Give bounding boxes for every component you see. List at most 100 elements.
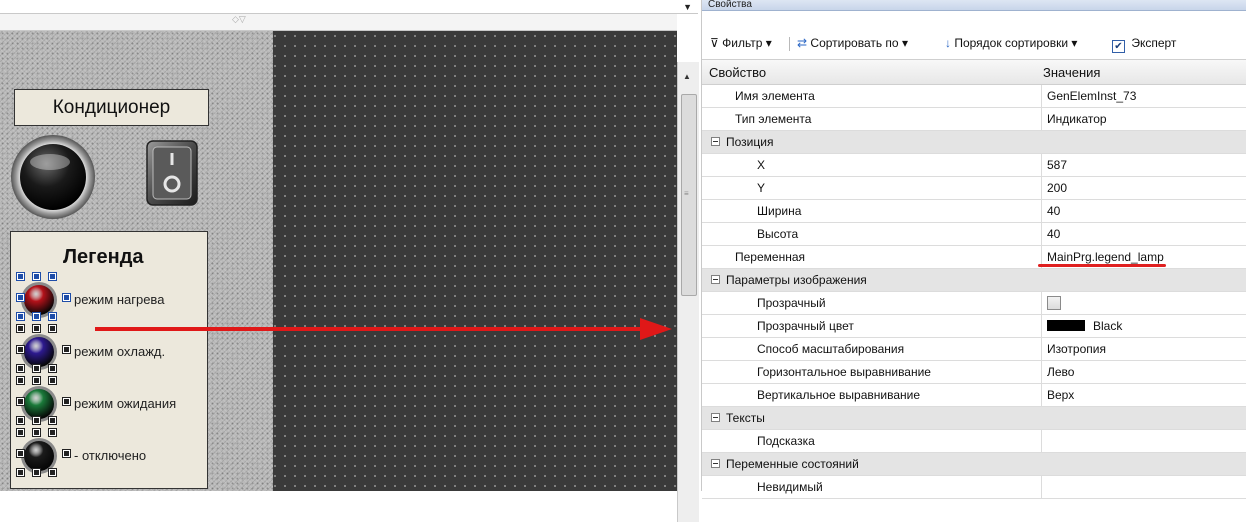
property-group-row[interactable]: Тексты	[702, 407, 1246, 430]
property-value-cell[interactable]: Black	[1041, 315, 1246, 337]
filter-button[interactable]: ⊽ Фильтр ▾	[710, 36, 772, 50]
collapse-icon[interactable]	[711, 459, 720, 468]
design-canvas[interactable]: Кондиционер Легенда ▲ ≡ режим нагрева ре…	[0, 31, 699, 522]
column-header-value[interactable]: Значения	[1043, 65, 1100, 80]
expert-checkbox[interactable]: ✔	[1112, 40, 1125, 53]
property-value-cell[interactable]: Верх	[1041, 384, 1246, 406]
sort-by-button[interactable]: ⇄ Сортировать по ▾	[797, 36, 908, 50]
selection-handle[interactable]	[32, 376, 41, 385]
properties-panel[interactable]: Свойства ⊽ Фильтр ▾ ⇄ Сортировать по ▾ ↓…	[701, 0, 1246, 499]
selection-handle[interactable]	[48, 364, 57, 373]
selection-handle[interactable]	[32, 272, 41, 281]
selection-handle[interactable]	[16, 468, 25, 477]
property-value-cell[interactable]	[1041, 476, 1246, 498]
property-row[interactable]: Подсказка	[702, 430, 1246, 453]
transparent-checkbox[interactable]	[1047, 296, 1061, 310]
selection-handle[interactable]	[32, 364, 41, 373]
selection-handle[interactable]	[16, 312, 25, 321]
property-value-cell[interactable]	[1041, 292, 1246, 314]
property-value-cell[interactable]: Изотропия	[1041, 338, 1246, 360]
selection-handle[interactable]	[62, 449, 71, 458]
selection-handle[interactable]	[16, 397, 25, 406]
property-name: Способ масштабирования	[757, 342, 905, 356]
property-value-cell[interactable]: 40	[1041, 223, 1246, 245]
property-row[interactable]: Невидимый	[702, 476, 1246, 499]
property-row[interactable]: Переменная MainPrg.legend_lamp	[702, 246, 1246, 269]
visualization-editor[interactable]: ▼ ◇▽ Кондиционер Легенда ▲ ≡ режим нагре…	[0, 0, 699, 522]
expert-toggle[interactable]: ✔ Эксперт	[1112, 36, 1176, 53]
property-row[interactable]: Y 200	[702, 177, 1246, 200]
column-header-property[interactable]: Свойство	[709, 65, 766, 80]
selection-handle[interactable]	[48, 416, 57, 425]
collapse-icon[interactable]	[711, 413, 720, 422]
property-grid[interactable]: Свойство Значения Имя элемента GenElemIns…	[702, 59, 1246, 499]
selection-handle[interactable]	[48, 428, 57, 437]
collapse-icon[interactable]	[711, 275, 720, 284]
property-value-cell[interactable]	[1041, 430, 1246, 452]
selection-handle[interactable]	[16, 449, 25, 458]
selection-handle[interactable]	[16, 416, 25, 425]
property-row[interactable]: Имя элемента GenElemInst_73	[702, 85, 1246, 108]
selection-handle[interactable]	[62, 397, 71, 406]
property-row[interactable]: Прозрачный цвет Black	[702, 315, 1246, 338]
collapse-icon[interactable]	[711, 137, 720, 146]
property-value-cell[interactable]: 40	[1041, 200, 1246, 222]
selection-handle[interactable]	[16, 272, 25, 281]
property-value: MainPrg.legend_lamp	[1047, 250, 1164, 264]
property-value-cell[interactable]: Лево	[1041, 361, 1246, 383]
scroll-up-icon[interactable]: ▲	[683, 72, 691, 81]
selection-handle[interactable]	[48, 376, 57, 385]
property-row[interactable]: Тип элемента Индикатор	[702, 108, 1246, 131]
selection-handle[interactable]	[32, 428, 41, 437]
sort-order-button[interactable]: ↓ Порядок сортировки ▾	[945, 36, 1077, 50]
selection-handle[interactable]	[48, 324, 57, 333]
selection-handle[interactable]	[32, 312, 41, 321]
property-value-cell[interactable]: GenElemInst_73	[1041, 85, 1246, 107]
selection-handle[interactable]	[48, 272, 57, 281]
selection-handle[interactable]	[16, 293, 25, 302]
property-row[interactable]: Способ масштабирования Изотропия	[702, 338, 1246, 361]
toggle-switch[interactable]	[145, 139, 199, 207]
property-row[interactable]: Ширина 40	[702, 200, 1246, 223]
selection-handle[interactable]	[32, 324, 41, 333]
property-name: Горизонтальное выравнивание	[757, 365, 931, 379]
property-row[interactable]: Горизонтальное выравнивание Лево	[702, 361, 1246, 384]
property-value-cell[interactable]: 200	[1041, 177, 1246, 199]
property-row[interactable]: X 587	[702, 154, 1246, 177]
selection-handle[interactable]	[32, 416, 41, 425]
color-swatch[interactable]	[1047, 320, 1085, 331]
property-group-row[interactable]: Параметры изображения	[702, 269, 1246, 292]
legend-title: Легенда	[63, 246, 144, 268]
selection-handle[interactable]	[62, 345, 71, 354]
property-name: Прозрачный цвет	[757, 319, 854, 333]
title-label-text: Кондиционер	[52, 97, 171, 118]
property-name: Тип элемента	[735, 112, 812, 126]
selection-handle[interactable]	[16, 345, 25, 354]
sort-az-icon: ↓	[945, 36, 951, 50]
title-label-box[interactable]: Кондиционер	[14, 89, 209, 126]
property-value-cell[interactable]: Индикатор	[1041, 108, 1246, 130]
property-row[interactable]: Вертикальное выравнивание Верх	[702, 384, 1246, 407]
selection-handle[interactable]	[48, 468, 57, 477]
editor-ruler: ◇▽	[0, 14, 677, 31]
splitter-handle-icon[interactable]: ◇▽	[232, 14, 246, 25]
dropdown-arrow-icon[interactable]: ▼	[683, 2, 692, 12]
selection-handle[interactable]	[16, 364, 25, 373]
property-row[interactable]: Прозрачный	[702, 292, 1246, 315]
property-row[interactable]: Высота 40	[702, 223, 1246, 246]
selection-handle[interactable]	[16, 428, 25, 437]
selection-handle[interactable]	[16, 376, 25, 385]
selection-handle[interactable]	[16, 324, 25, 333]
big-lamp-indicator[interactable]	[10, 134, 96, 220]
selection-handle[interactable]	[62, 293, 71, 302]
property-group-row[interactable]: Позиция	[702, 131, 1246, 154]
expert-label: Эксперт	[1131, 36, 1177, 50]
selection-handle[interactable]	[32, 468, 41, 477]
selection-handle[interactable]	[48, 312, 57, 321]
property-value: Изотропия	[1047, 342, 1106, 356]
property-value-cell[interactable]: 587	[1041, 154, 1246, 176]
property-name: Y	[757, 181, 766, 195]
property-group-row[interactable]: Переменные состояний	[702, 453, 1246, 476]
vertical-scrollbar[interactable]: ▲ ≡	[677, 62, 699, 522]
property-value: Black	[1093, 319, 1123, 333]
